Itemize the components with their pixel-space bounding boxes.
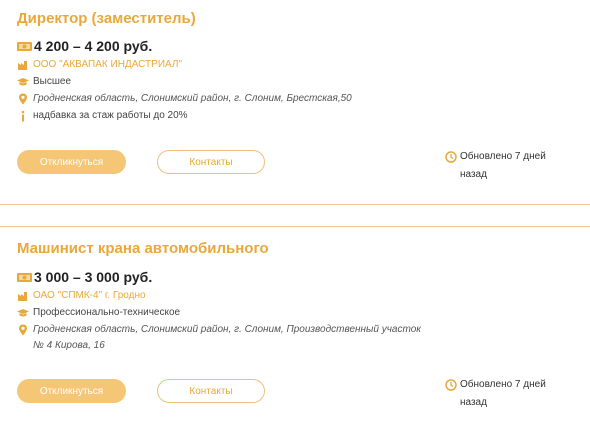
- updated-info: Обновлено 7 дней назад: [445, 376, 570, 412]
- updated-text: Обновлено 7 дней назад: [460, 151, 546, 180]
- education-row: Профессионально-техническое: [17, 305, 180, 321]
- contacts-button[interactable]: Контакты: [157, 379, 265, 403]
- salary: 4 200 – 4 200 руб.: [34, 38, 153, 54]
- salary-row: 4 200 – 4 200 руб.: [17, 38, 152, 54]
- location-pin-icon: [19, 93, 27, 105]
- money-icon: [17, 41, 32, 51]
- location-pin-icon: [19, 324, 27, 336]
- contacts-button[interactable]: Контакты: [157, 150, 265, 174]
- salary: 3 000 – 3 000 руб.: [34, 269, 153, 285]
- education-row: Высшее: [17, 74, 71, 90]
- clock-icon: [445, 379, 457, 391]
- company-row: ООО "АКВАПАК ИНДАСТРИАЛ": [17, 57, 182, 73]
- apply-button[interactable]: Откликнуться: [17, 379, 126, 403]
- education: Профессионально-техническое: [33, 307, 181, 318]
- vacancy-title[interactable]: Машинист крана автомобильного: [17, 240, 269, 257]
- vacancy-title[interactable]: Директор (заместитель): [17, 10, 196, 27]
- education: Высшее: [33, 76, 72, 87]
- salary-row: 3 000 – 3 000 руб.: [17, 269, 152, 285]
- address-row: Гродненская область, Слонимский район, г…: [17, 91, 433, 107]
- info-row: надбавка за стаж работы до 20%: [17, 108, 188, 124]
- company-row: ОАО "СПМК-4" г. Гродно: [17, 288, 146, 304]
- updated-info: Обновлено 7 дней назад: [445, 148, 570, 184]
- address: Гродненская область, Слонимский район, г…: [33, 324, 421, 351]
- building-icon: [18, 61, 27, 70]
- updated-text: Обновлено 7 дней назад: [460, 379, 546, 408]
- apply-button[interactable]: Откликнуться: [17, 150, 126, 174]
- money-icon: [17, 272, 32, 282]
- vacancy-card: Машинист крана автомобильного 3 000 – 3 …: [0, 228, 590, 422]
- building-icon: [18, 292, 27, 301]
- graduation-cap-icon: [17, 78, 29, 86]
- info-icon: [21, 110, 25, 122]
- graduation-cap-icon: [17, 309, 29, 317]
- company-link[interactable]: ОАО "СПМК-4" г. Гродно: [33, 288, 146, 304]
- card-divider: [0, 226, 590, 227]
- address: Гродненская область, Слонимский район, г…: [33, 93, 352, 104]
- address-row: Гродненская область, Слонимский район, г…: [17, 322, 428, 354]
- company-link[interactable]: ООО "АКВАПАК ИНДАСТРИАЛ": [33, 57, 182, 73]
- info-note: надбавка за стаж работы до 20%: [33, 110, 188, 121]
- vacancy-card: Директор (заместитель) 4 200 – 4 200 руб…: [0, 0, 590, 204]
- card-divider: [0, 204, 590, 205]
- clock-icon: [445, 151, 457, 163]
